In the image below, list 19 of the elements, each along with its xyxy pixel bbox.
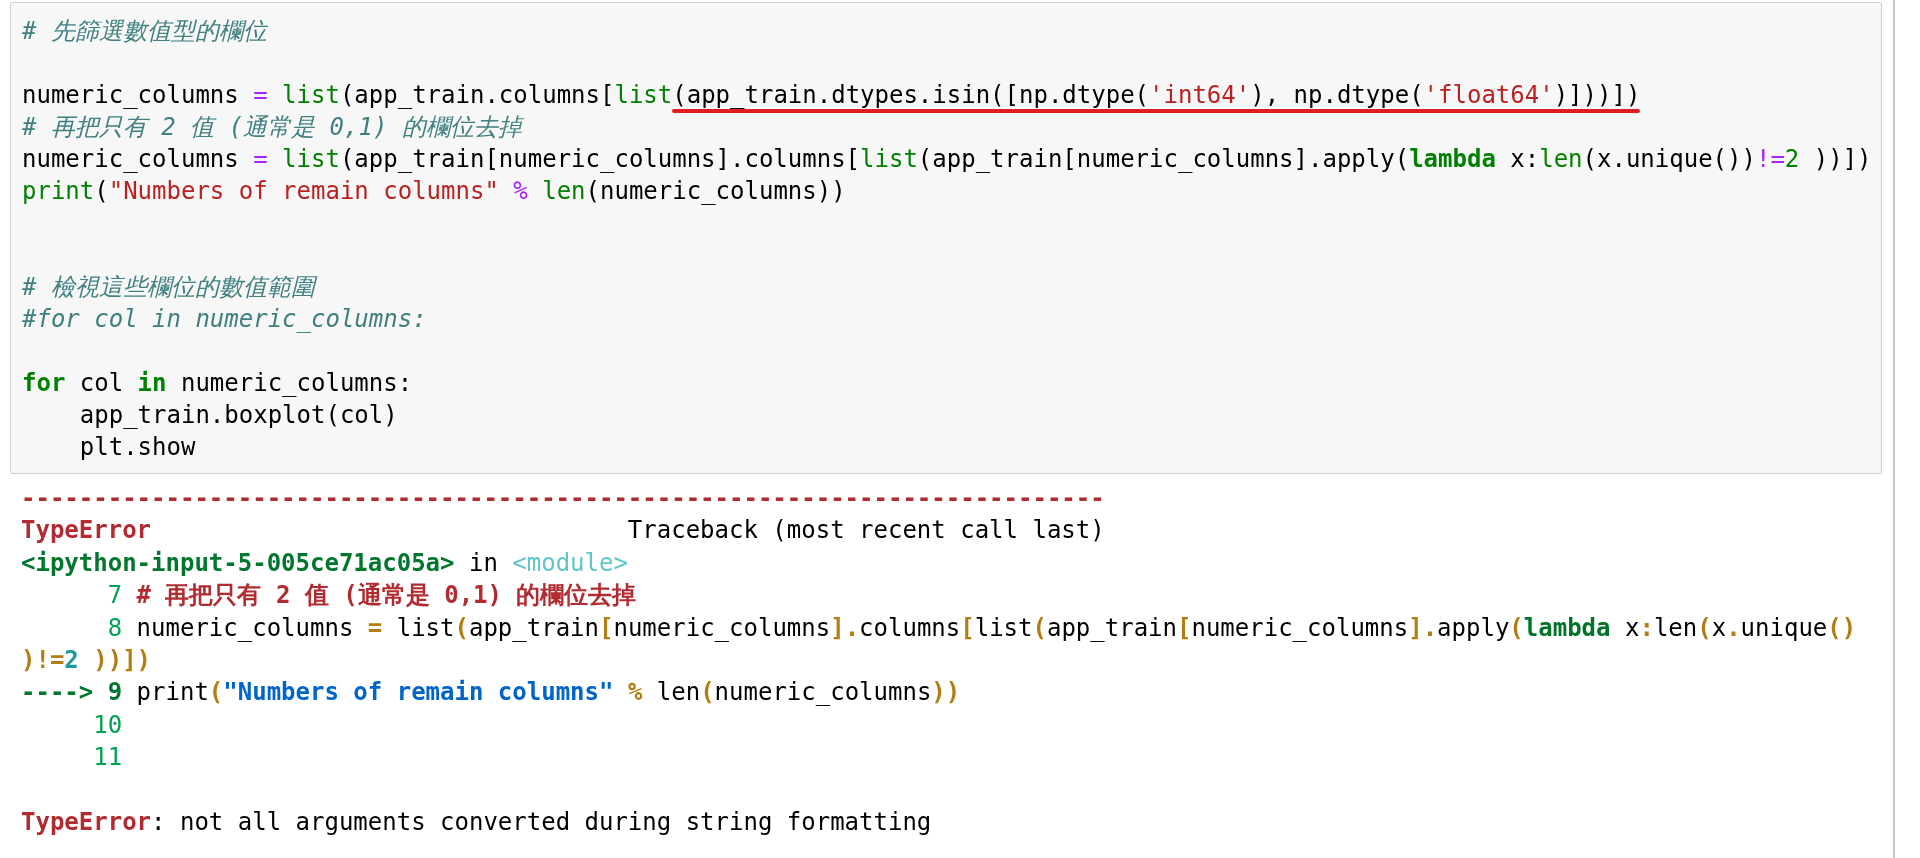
code-line: for col in numeric_columns: bbox=[22, 368, 413, 399]
code-line: plt.show bbox=[78, 432, 196, 463]
code-line: # 先篩選數值型的欄位 bbox=[22, 16, 267, 47]
code-cell[interactable] bbox=[10, 2, 1882, 474]
traceback-line: 8 numeric_columns = list(app_train[numeric_columns].columns[list(app_train[numeric_columns].apply(lambda x:len(x.unique() bbox=[106, 612, 1857, 644]
traceback-line: <ipython-input-5-005ce71ac05a> in <module> bbox=[21, 547, 628, 579]
traceback-line: TypeError: not all arguments converted during string formatting bbox=[21, 807, 932, 839]
code-line: numeric_columns = list(app_train[numeric_columns].columns[list(app_train[numeric_columns].apply(lambda x:len(x.unique())!=2 ))]) bbox=[22, 144, 1872, 175]
traceback-line: 7 # 再把只有 2 值 (通常是 0,1) 的欄位去掉 bbox=[106, 580, 637, 612]
code-line: #for col in numeric_columns: bbox=[22, 304, 427, 335]
traceback-line: )!=2 ))]) bbox=[21, 645, 152, 677]
traceback-line: ----> 9 print("Numbers of remain columns" % len(numeric_columns)) bbox=[21, 677, 961, 709]
code-line: app_train.boxplot(col) bbox=[78, 400, 398, 431]
code-line: print("Numbers of remain columns" % len(numeric_columns)) bbox=[22, 176, 846, 207]
traceback-line: --------------------------------------------------------------------------- bbox=[21, 483, 1105, 514]
traceback-line: 11 bbox=[92, 742, 123, 774]
traceback-line: TypeError Traceback (most recent call last) bbox=[21, 515, 1105, 547]
code-line: numeric_columns = list(app_train.columns[list(app_train.dtypes.isin([np.dtype('int64'), np.dtype('float64')]))]) bbox=[22, 80, 1641, 111]
traceback-line: 10 bbox=[92, 709, 123, 741]
